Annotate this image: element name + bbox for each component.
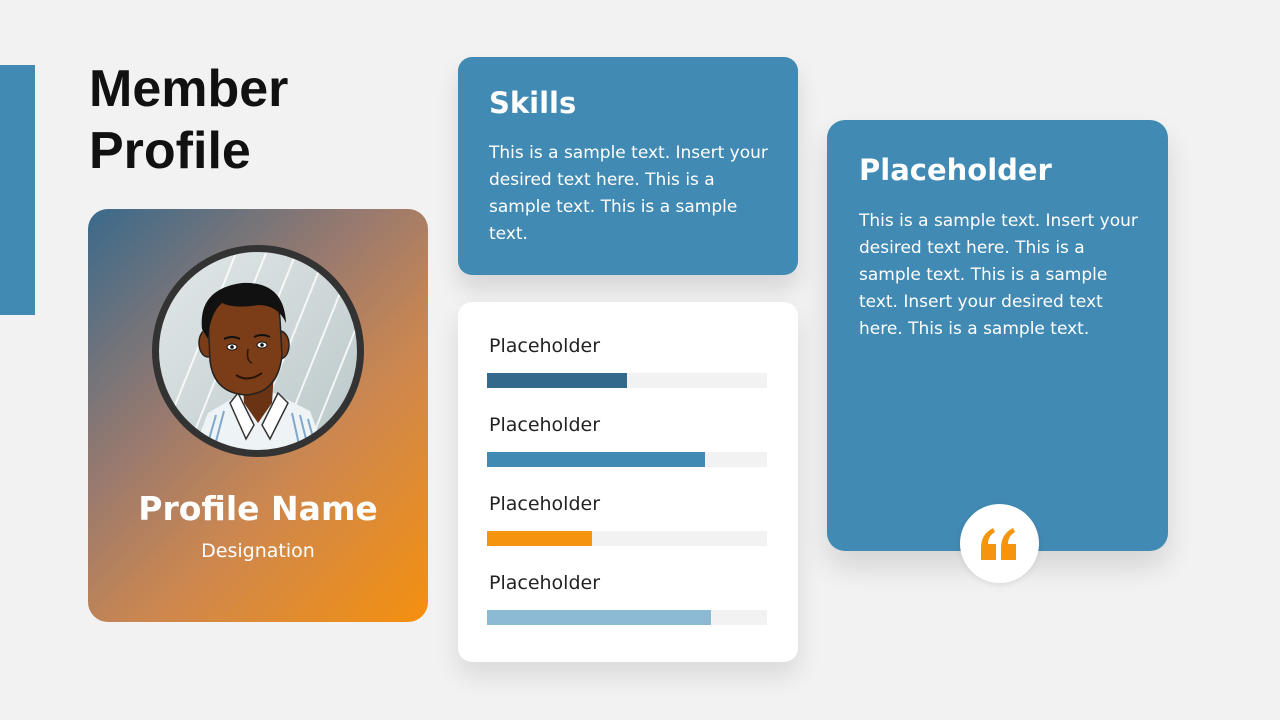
skill-bar-label: Placeholder	[489, 493, 601, 515]
page-title-line-1: Member	[89, 60, 289, 118]
skills-title: Skills	[489, 86, 577, 120]
profile-name: Profile Name	[138, 489, 378, 528]
quote-icon	[981, 528, 1016, 560]
profile-designation: Designation	[201, 540, 315, 562]
page-title-line-2: Profile	[89, 122, 251, 180]
skill-bar-track	[487, 531, 767, 546]
skill-bar-track	[487, 610, 767, 625]
profile-card: Profile Name Designation	[88, 209, 428, 622]
quote-card-title: Placeholder	[859, 153, 1052, 187]
skill-bar-fill	[487, 531, 592, 546]
skill-bar-item: Placeholder	[487, 571, 767, 625]
skill-bar-fill	[487, 610, 711, 625]
skill-bars-card: Placeholder Placeholder Placeholder Plac…	[458, 302, 798, 662]
person-avatar-icon	[152, 245, 364, 457]
skill-bar-label: Placeholder	[489, 572, 601, 594]
page-title: Member Profile	[89, 58, 288, 182]
skill-bar-fill	[487, 373, 627, 388]
skill-bar-fill	[487, 452, 706, 467]
skill-bar-label: Placeholder	[489, 335, 601, 357]
quote-card-text: This is a sample text. Insert your desir…	[859, 211, 1138, 339]
skill-bar-track	[487, 373, 767, 388]
quote-card: Placeholder This is a sample text. Inser…	[827, 120, 1168, 551]
skills-text: This is a sample text. Insert your desir…	[489, 143, 768, 244]
skill-bar-item: Placeholder	[487, 334, 767, 388]
skill-bar-item: Placeholder	[487, 413, 767, 467]
skills-card: Skills This is a sample text. Insert you…	[458, 57, 798, 275]
quote-badge	[960, 504, 1039, 583]
accent-bar	[0, 65, 35, 315]
skill-bar-track	[487, 452, 767, 467]
skill-bar-label: Placeholder	[489, 414, 601, 436]
skill-bar-item: Placeholder	[487, 492, 767, 546]
